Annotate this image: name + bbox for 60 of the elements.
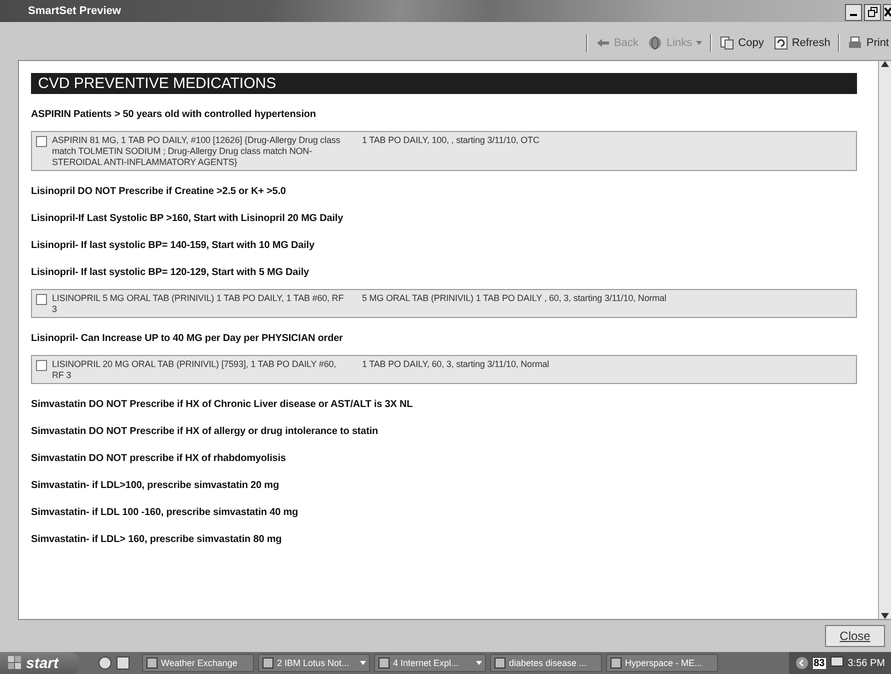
taskbar-button[interactable]: diabetes disease ... [490, 654, 602, 672]
order-details: 1 TAB PO DAILY, 60, 3, starting 3/11/10, Normal [362, 359, 550, 371]
order-text: LISINOPRIL 5 MG ORAL TAB (PRINIVIL) 1 TAB PO DAILY, 1 TAB #60, RF 3 [52, 293, 345, 315]
restore-button[interactable] [864, 4, 881, 20]
taskbar-button[interactable]: Hyperspace - ME... [606, 654, 718, 672]
scroll-down-icon[interactable] [881, 613, 889, 619]
start-button[interactable]: start [0, 652, 80, 674]
print-button[interactable]: Print [846, 36, 891, 50]
globe-icon [648, 36, 662, 50]
guideline-text: Lisinopril-If Last Systolic BP >160, Start with Lisinopril 20 MG Daily [31, 213, 344, 225]
copy-button[interactable]: Copy [718, 36, 766, 50]
chevron-icon[interactable] [794, 656, 809, 670]
clock: 3:56 PM [848, 658, 885, 668]
caret-icon [360, 661, 366, 665]
order-checkbox[interactable] [36, 294, 47, 305]
taskbar-button[interactable]: 2 IBM Lotus Not... [258, 654, 370, 672]
printer-icon [848, 36, 862, 50]
guideline-text: Simvastatin- if LDL>100, prescribe simvastatin 20 mg [31, 480, 280, 492]
restore-icon [868, 7, 878, 17]
order-checkbox[interactable] [36, 136, 47, 147]
windows-logo-icon [8, 656, 22, 670]
caret-icon [696, 41, 702, 45]
refresh-button[interactable]: Refresh [772, 36, 832, 50]
close-dialog-button[interactable]: Close [825, 625, 885, 647]
guideline-text: Simvastatin DO NOT prescribe if HX of rhabdomyolisis [31, 453, 287, 465]
guideline-text: Simvastatin- if LDL 100 -160, prescribe simvastatin 40 mg [31, 507, 300, 519]
guideline-text: ASPIRIN Patients > 50 years old with controlled hypertension [31, 109, 317, 121]
guideline-text: Simvastatin- if LDL> 160, prescribe simvastatin 80 mg [31, 534, 283, 546]
close-icon [884, 7, 891, 17]
guideline-text: Lisinopril DO NOT Prescribe if Creatine >2.5 or K+ >5.0 [31, 186, 287, 198]
taskbar-button[interactable]: Weather Exchange [142, 654, 254, 672]
back-arrow-icon [596, 36, 610, 50]
order-text: LISINOPRIL 20 MG ORAL TAB (PRINIVIL) [7593], 1 TAB PO DAILY #60, RF 3 [52, 359, 338, 381]
tray-badge: 83 [812, 658, 826, 668]
order-checkbox[interactable] [36, 360, 47, 371]
order-details: 5 MG ORAL TAB (PRINIVIL) 1 TAB PO DAILY , 60, 3, starting 3/11/10, Normal [362, 293, 668, 305]
window-title: SmartSet Preview [28, 5, 121, 17]
guideline-text: Lisinopril- If last systolic BP= 140-159, Start with 10 MG Daily [31, 240, 316, 252]
app-icon [494, 657, 506, 669]
refresh-icon [774, 36, 788, 50]
guideline-text: Lisinopril- If last systolic BP= 120-129, Start with 5 MG Daily [31, 267, 310, 279]
minimize-button[interactable] [845, 4, 862, 20]
caret-icon [476, 661, 482, 665]
app-icon [378, 657, 390, 669]
guideline-text: Simvastatin DO NOT Prescribe if HX of Chronic Liver disease or AST/ALT is 3X NL [31, 399, 414, 411]
scrollbar[interactable] [878, 61, 891, 619]
taskbar-button[interactable]: 4 Internet Expl... [374, 654, 486, 672]
close-button[interactable] [883, 4, 891, 20]
guideline-text: Simvastatin DO NOT Prescribe if HX of allergy or drug intolerance to statin [31, 426, 380, 438]
copy-icon [720, 36, 734, 50]
scroll-up-icon[interactable] [881, 61, 889, 67]
section-heading: CVD PREVENTIVE MEDICATIONS [31, 73, 857, 94]
app-icon [146, 657, 158, 669]
guideline-text: Lisinopril- Can Increase UP to 40 MG per Day per PHYSICIAN order [31, 333, 344, 345]
app-icon [262, 657, 274, 669]
app-icon [610, 657, 622, 669]
order-details: 1 TAB PO DAILY, 100, , starting 3/11/10, OTC [362, 135, 540, 147]
browser-icon[interactable] [98, 656, 112, 670]
order-text: ASPIRIN 81 MG, 1 TAB PO DAILY, #100 [12626] {Drug-Allergy Drug class match TOLMETIN SODIUM ; Drug-Allergy Drug class match NON-STEROIDAL ANTI-INFLAMMATORY AGENTS} [52, 135, 342, 168]
desktop-icon[interactable] [116, 656, 130, 670]
